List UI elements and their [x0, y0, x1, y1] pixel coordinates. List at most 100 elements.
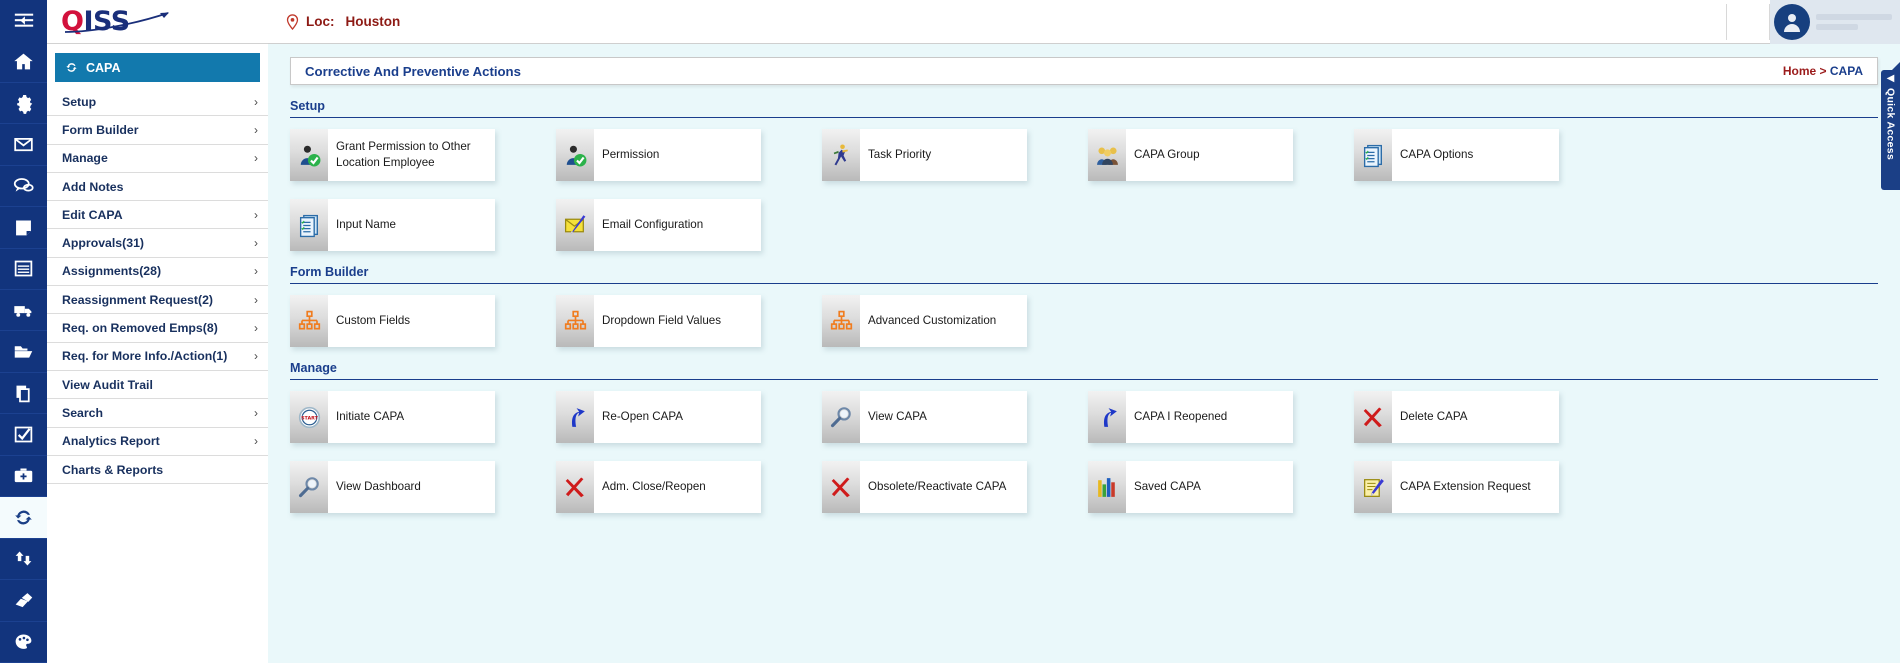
brand-bar: QISS — [47, 0, 268, 44]
card-capa-i-reopened[interactable]: CAPA I Reopened — [1088, 391, 1293, 443]
rail-item-envelope-icon[interactable] — [0, 124, 47, 166]
location-label: Loc: — [306, 14, 335, 29]
card-custom-fields[interactable]: Custom Fields — [290, 295, 495, 347]
sidebar-item-req-for-more-info[interactable]: Req. for More Info./Action(1) › — [47, 343, 268, 371]
card-grant-permission-to-other-location-employee[interactable]: Grant Permission to Other Location Emplo… — [290, 129, 495, 181]
blue-curved-arrow-icon — [556, 391, 594, 443]
card-obsolete-reactivate-capa[interactable]: Obsolete/Reactivate CAPA — [822, 461, 1027, 513]
top-bar: Loc: Houston — [268, 0, 1900, 44]
user-block[interactable] — [1770, 0, 1900, 44]
rail-item-palette-icon[interactable] — [0, 622, 47, 663]
card-dropdown-field-values[interactable]: Dropdown Field Values — [556, 295, 761, 347]
menu-collapse-icon[interactable] — [0, 0, 47, 42]
sidebar-item-req-on-removed-emps[interactable]: Req. on Removed Emps(8) › — [47, 314, 268, 343]
page-header-panel: Corrective And Preventive Actions Home >… — [290, 57, 1878, 85]
card-view-capa[interactable]: View CAPA — [822, 391, 1027, 443]
card-capa-options[interactable]: CAPA Options — [1354, 129, 1559, 181]
section-divider — [290, 117, 1878, 118]
rail-item-folder-icon[interactable] — [0, 331, 47, 373]
rail-item-table-icon[interactable] — [0, 249, 47, 290]
page-title: Corrective And Preventive Actions — [305, 63, 521, 79]
sitemap-icon — [822, 295, 860, 347]
start-badge-icon: START — [290, 391, 328, 443]
chevron-right-icon: › — [254, 321, 258, 336]
section-title: Manage — [290, 361, 337, 375]
sidebar-item-assignments[interactable]: Assignments(28) › — [47, 258, 268, 287]
card-delete-capa[interactable]: Delete CAPA — [1354, 391, 1559, 443]
rail-item-checkbox-icon[interactable] — [0, 414, 47, 456]
qiss-logo: QISS — [61, 5, 181, 39]
breadcrumb-separator: > — [1819, 64, 1827, 78]
card-advanced-customization[interactable]: Advanced Customization — [822, 295, 1027, 347]
card-initiate-capa[interactable]: START Initiate CAPA — [290, 391, 495, 443]
chevron-right-icon: › — [254, 151, 258, 166]
card-label: Permission — [602, 148, 660, 162]
location-pin-icon — [286, 13, 299, 30]
card-label: Dropdown Field Values — [602, 314, 722, 328]
sidebar-item-view-audit-trail[interactable]: View Audit Trail — [47, 371, 268, 400]
sidebar-item-approvals[interactable]: Approvals(31) › — [47, 229, 268, 258]
rail-item-first-aid-kit-icon[interactable] — [0, 456, 47, 498]
card-grid: START Initiate CAPA Re-Open CAPA View CA… — [290, 391, 1878, 443]
card-input-name[interactable]: Input Name — [290, 199, 495, 251]
card-grid-row-2: View Dashboard Adm. Close/Reopen Obsolet… — [290, 461, 1878, 513]
sidebar-item-capa-active[interactable]: CAPA — [55, 53, 260, 82]
card-label: Adm. Close/Reopen — [602, 480, 706, 494]
sidebar-item-add-notes[interactable]: Add Notes — [47, 173, 268, 202]
rail-item-truck-icon[interactable] — [0, 290, 47, 332]
breadcrumb-home[interactable]: Home — [1783, 64, 1816, 78]
sidebar-item-form-builder[interactable]: Form Builder › — [47, 116, 268, 145]
magnifier-icon — [822, 391, 860, 443]
sidebar-item-setup[interactable]: Setup › — [47, 88, 268, 117]
sidebar-item-charts-reports[interactable]: Charts & Reports — [47, 456, 268, 485]
main-region: Loc: Houston Corrective And Preventive A… — [268, 0, 1900, 663]
card-label: CAPA I Reopened — [1134, 410, 1228, 424]
card-re-open-capa[interactable]: Re-Open CAPA — [556, 391, 761, 443]
user-approved-icon — [290, 129, 328, 181]
edit-note-icon — [1354, 461, 1392, 513]
chevron-right-icon: › — [254, 405, 258, 420]
card-permission[interactable]: Permission — [556, 129, 761, 181]
section-title: Form Builder — [290, 265, 369, 279]
sidebar-item-search[interactable]: Search › — [47, 399, 268, 428]
chevron-right-icon: › — [254, 264, 258, 279]
rail-item-gear-icon[interactable] — [0, 83, 47, 125]
sidebar-item-label: Search — [62, 405, 104, 420]
rail-item-home-icon[interactable] — [0, 41, 47, 83]
card-label: Obsolete/Reactivate CAPA — [868, 480, 1007, 494]
sidebar-item-reassignment-request[interactable]: Reassignment Request(2) › — [47, 286, 268, 315]
app-window: QISS CAPA Setup › Form Builder › Manage … — [0, 0, 1900, 663]
card-adm-close-reopen[interactable]: Adm. Close/Reopen — [556, 461, 761, 513]
card-saved-capa[interactable]: Saved CAPA — [1088, 461, 1293, 513]
user-approved-icon — [556, 129, 594, 181]
user-name-placeholder — [1810, 10, 1900, 34]
section-divider — [290, 379, 1878, 380]
rail-item-retweet-icon[interactable] — [0, 539, 47, 581]
sidebar-item-manage[interactable]: Manage › — [47, 145, 268, 173]
card-task-priority[interactable]: Task Priority — [822, 129, 1027, 181]
rail-item-capa-icon[interactable] — [0, 497, 47, 539]
top-bar-blank-box[interactable] — [1726, 4, 1770, 40]
card-capa-group[interactable]: CAPA Group — [1088, 129, 1293, 181]
rail-item-note-icon[interactable] — [0, 207, 47, 249]
icon-rail — [0, 0, 47, 663]
sidebar-item-analytics-report[interactable]: Analytics Report › — [47, 428, 268, 456]
card-capa-extension-request[interactable]: CAPA Extension Request — [1354, 461, 1559, 513]
page-content: Corrective And Preventive Actions Home >… — [268, 44, 1900, 663]
rail-item-copy-docs-icon[interactable] — [0, 373, 47, 415]
section-setup: Setup Grant Permission to Other Location… — [290, 99, 1878, 251]
sidebar-item-label: Manage — [62, 151, 108, 166]
rail-item-eraser-icon[interactable] — [0, 580, 47, 622]
card-view-dashboard[interactable]: View Dashboard — [290, 461, 495, 513]
sidebar-item-label: Charts & Reports — [62, 462, 164, 477]
logo-q: Q — [61, 5, 84, 37]
user-avatar-icon — [1784, 14, 1800, 32]
sidebar-item-edit-capa[interactable]: Edit CAPA › — [47, 201, 268, 230]
sitemap-icon — [556, 295, 594, 347]
card-label: Saved CAPA — [1134, 480, 1201, 494]
card-email-configuration[interactable]: Email Configuration — [556, 199, 761, 251]
rail-item-chat-bubbles-icon[interactable] — [0, 166, 47, 208]
sidebar-item-label: Approvals(31) — [62, 236, 145, 251]
quick-access-tab[interactable]: ◀ Quick Access — [1881, 70, 1900, 190]
sidebar-item-label: Reassignment Request(2) — [62, 292, 214, 307]
